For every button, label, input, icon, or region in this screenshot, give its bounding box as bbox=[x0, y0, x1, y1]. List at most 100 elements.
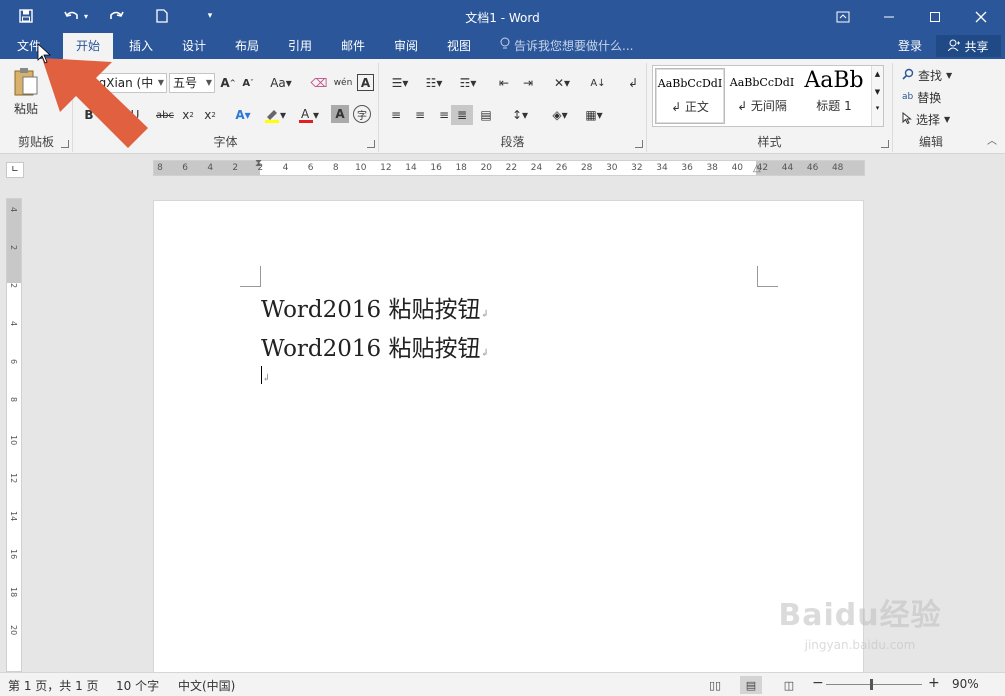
tab-insert[interactable]: 插入 bbox=[118, 33, 164, 59]
tell-me-box[interactable]: 告诉我您想要做什么... bbox=[500, 33, 633, 59]
decrease-indent-icon[interactable]: ⇤ bbox=[493, 73, 515, 93]
ruler-tick-label: 28 bbox=[580, 163, 593, 173]
document-line[interactable]: Word2016 粘贴按钮↲ bbox=[261, 290, 489, 324]
vertical-ruler[interactable]: 4 2 2 4 6 8 10 12 14 16 18 20 bbox=[6, 198, 22, 672]
bold-icon[interactable]: B bbox=[79, 105, 99, 125]
zoom-out-icon[interactable]: − bbox=[812, 675, 824, 691]
web-layout-icon[interactable]: ◫ bbox=[778, 676, 800, 694]
multilevel-list-icon[interactable]: ☶▾ bbox=[453, 73, 483, 93]
tab-file[interactable]: 文件 bbox=[0, 33, 58, 59]
select-button[interactable]: 选择 ▼ bbox=[902, 109, 950, 129]
phonetic-guide-icon[interactable]: wén bbox=[333, 73, 353, 93]
text-effects-icon[interactable]: A▾ bbox=[229, 105, 257, 125]
replace-label: 替换 bbox=[917, 90, 942, 105]
underline-icon[interactable]: U bbox=[125, 105, 145, 125]
change-case-icon[interactable]: Aa▾ bbox=[267, 73, 295, 93]
read-mode-icon[interactable]: ▯▯ bbox=[704, 676, 726, 694]
tab-layout[interactable]: 布局 bbox=[224, 33, 270, 59]
chevron-down-icon: ▼ bbox=[944, 114, 951, 124]
font-launcher-icon[interactable] bbox=[367, 140, 375, 148]
shading-icon[interactable]: ◈▾ bbox=[545, 105, 575, 125]
char-shading-icon[interactable]: A bbox=[331, 105, 349, 123]
grow-font-icon[interactable]: A ^ bbox=[219, 73, 237, 93]
ribbon-display-icon[interactable] bbox=[820, 0, 866, 33]
style-heading-1[interactable]: AaBb 标题 1 bbox=[799, 68, 869, 124]
char-border-icon[interactable]: A bbox=[357, 74, 374, 91]
tab-design[interactable]: 设计 bbox=[171, 33, 217, 59]
ruler-tick-label: 6 bbox=[182, 163, 188, 173]
superscript-icon[interactable]: x2 bbox=[201, 105, 219, 125]
document-line[interactable]: Word2016 粘贴按钮↲ bbox=[261, 329, 489, 363]
collapse-ribbon-icon[interactable]: ︿ bbox=[987, 132, 997, 147]
zoom-in-icon[interactable]: + bbox=[928, 675, 940, 691]
page-count[interactable]: 第 1 页，共 1 页 bbox=[8, 677, 99, 694]
chevron-down-icon: ▼ bbox=[874, 88, 881, 96]
ruler-tick-label: 38 bbox=[706, 163, 718, 173]
line-spacing-icon[interactable]: ↕▾ bbox=[505, 105, 535, 125]
strikethrough-icon[interactable]: abc bbox=[153, 105, 177, 125]
tab-home[interactable]: 开始 bbox=[63, 33, 113, 59]
chevron-up-icon: ▲ bbox=[874, 70, 881, 78]
tab-view[interactable]: 视图 bbox=[436, 33, 482, 59]
shrink-font-icon[interactable]: Aˇ bbox=[239, 73, 257, 93]
ruler-tick-label: 16 bbox=[9, 549, 18, 560]
minimize-icon[interactable] bbox=[866, 0, 912, 33]
bullets-icon[interactable]: ☰▾ bbox=[385, 73, 415, 93]
italic-icon[interactable]: I bbox=[103, 105, 123, 125]
subscript-icon[interactable]: x2 bbox=[179, 105, 197, 125]
font-color-icon[interactable]: A ▾ bbox=[295, 105, 323, 125]
print-layout-icon[interactable]: ▤ bbox=[740, 676, 762, 694]
horizontal-ruler[interactable]: ⧗ △ 8 6 4 2 2 4 6 8 10 12 14 16 18 20 22 24 26 28 30 32 34 36… bbox=[153, 158, 865, 176]
distributed-icon[interactable]: ▤ bbox=[475, 105, 497, 125]
replace-button[interactable]: ab 替换 bbox=[902, 87, 941, 107]
font-group: ngXian (中 ▼ 五号 ▼ A ^ Aˇ Aa▾ ⌫ wén A B I U a… bbox=[73, 63, 379, 152]
sort-icon[interactable]: A↓ bbox=[587, 73, 609, 93]
zoom-slider-thumb[interactable] bbox=[870, 679, 873, 690]
zoom-slider[interactable] bbox=[826, 684, 922, 685]
increase-indent-icon[interactable]: ⇥ bbox=[517, 73, 539, 93]
enclose-char-icon[interactable]: 字 bbox=[353, 105, 371, 123]
style-normal[interactable]: AaBbCcDdI ↲ 正文 bbox=[655, 68, 725, 124]
tab-mailings[interactable]: 邮件 bbox=[330, 33, 376, 59]
justify-icon[interactable]: ≣ bbox=[451, 105, 473, 125]
lightbulb-icon bbox=[500, 33, 514, 59]
font-size-value: 五号 bbox=[173, 76, 198, 90]
paste-label: 粘贴 bbox=[13, 102, 38, 116]
ruler-tick-label: 4 bbox=[282, 163, 289, 173]
share-button[interactable]: 共享 bbox=[936, 35, 1001, 57]
margin-corner-mark bbox=[757, 266, 778, 287]
paragraph-launcher-icon[interactable] bbox=[635, 140, 643, 148]
font-size-combo[interactable]: 五号 ▼ bbox=[169, 73, 215, 93]
clear-format-icon[interactable]: ⌫ bbox=[309, 73, 329, 93]
style-sample: AaBb bbox=[804, 68, 864, 93]
clipboard-launcher-icon[interactable] bbox=[61, 140, 69, 148]
styles-launcher-icon[interactable] bbox=[881, 140, 889, 148]
find-button[interactable]: 查找 ▼ bbox=[902, 65, 952, 85]
highlight-icon[interactable]: ▾ bbox=[261, 105, 289, 125]
tab-selector[interactable]: ∟ bbox=[6, 162, 24, 178]
styles-scrollbar[interactable]: ▲ ▼ ▾ bbox=[871, 66, 883, 126]
word-count[interactable]: 10 个字 bbox=[116, 677, 159, 694]
document-page[interactable]: Word2016 粘贴按钮↲ Word2016 粘贴按钮↲ ↲ bbox=[153, 200, 864, 672]
style-no-spacing[interactable]: AaBbCcDdI ↲ 无间隔 bbox=[727, 68, 797, 124]
chinese-layout-icon[interactable]: ✕▾ bbox=[547, 73, 577, 93]
zoom-level[interactable]: 90% bbox=[952, 677, 979, 691]
maximize-icon[interactable] bbox=[912, 0, 958, 33]
chevron-down-icon: ▼ bbox=[157, 78, 164, 87]
numbering-icon[interactable]: ☷▾ bbox=[419, 73, 449, 93]
font-name-combo[interactable]: ngXian (中 ▼ bbox=[87, 73, 167, 93]
ruler-tick-label: 12 bbox=[9, 473, 18, 484]
paste-button[interactable]: 粘贴 bbox=[6, 65, 46, 119]
ruler-tick-label: 8 bbox=[157, 163, 163, 173]
language-indicator[interactable]: 中文(中国) bbox=[178, 677, 235, 694]
tab-references[interactable]: 引用 bbox=[277, 33, 323, 59]
close-icon[interactable] bbox=[958, 0, 1004, 33]
align-left-icon[interactable]: ≡ bbox=[385, 105, 407, 125]
tab-review[interactable]: 审阅 bbox=[383, 33, 429, 59]
document-line[interactable]: ↲ bbox=[261, 361, 270, 387]
align-center-icon[interactable]: ≡ bbox=[409, 105, 431, 125]
login-link[interactable]: 登录 bbox=[898, 33, 922, 59]
clipboard-icon bbox=[12, 67, 40, 100]
show-marks-icon[interactable]: ↲ bbox=[623, 73, 643, 93]
borders-icon[interactable]: ▦▾ bbox=[579, 105, 609, 125]
